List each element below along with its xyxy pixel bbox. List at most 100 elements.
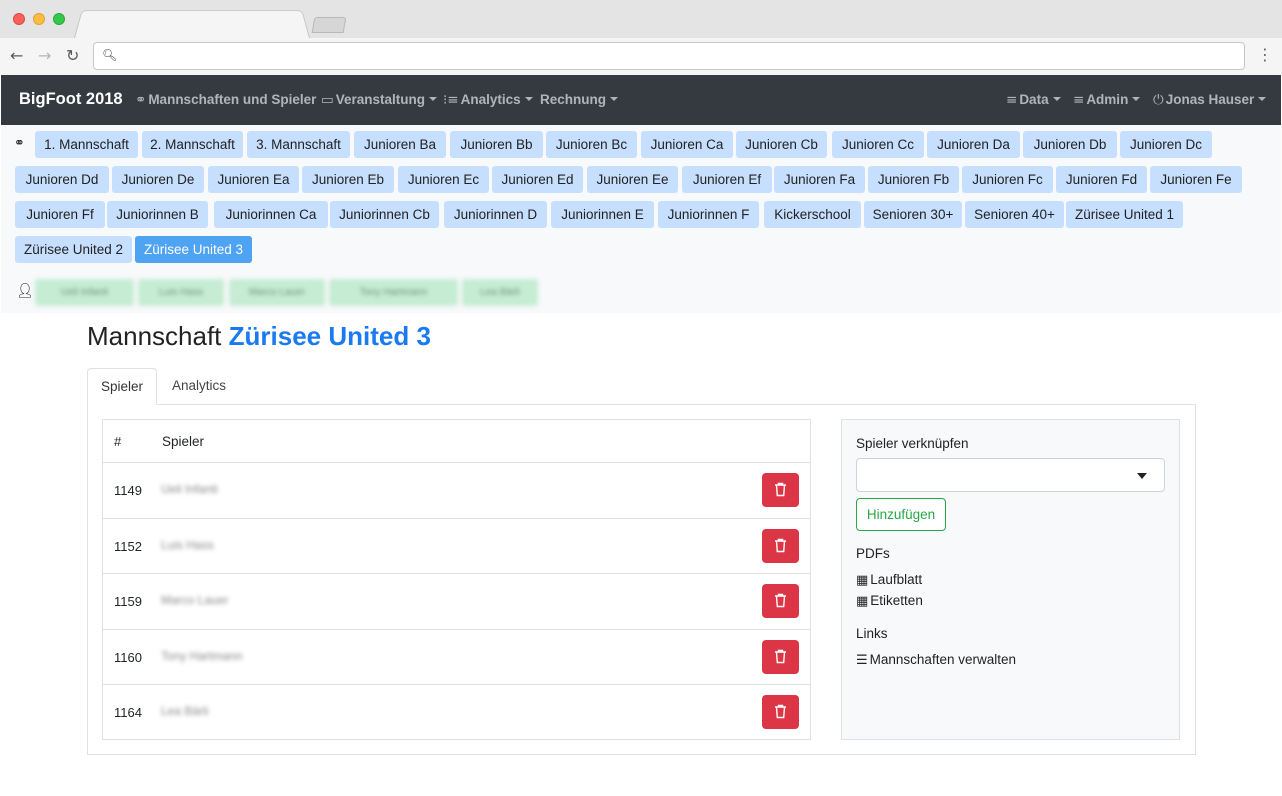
player-name[interactable]: Ueli Infanti: [161, 482, 218, 496]
player-name[interactable]: Lea Bärli: [161, 704, 208, 718]
team-pill-juniorinnen-d[interactable]: Juniorinnen D: [444, 201, 547, 228]
nav-analytics[interactable]: ⁝≡ Analytics: [443, 92, 533, 108]
maximize-window-button[interactable]: [53, 13, 65, 25]
table-header: # Spieler: [103, 420, 810, 463]
url-bar[interactable]: 🔍︎: [93, 42, 1245, 70]
player-number: 1160: [114, 649, 142, 665]
team-pill-junioren-ec[interactable]: Junioren Ec: [398, 166, 489, 193]
team-pill-z-risee-united-3[interactable]: Zürisee United 3: [135, 236, 252, 263]
team-pill-junioren-fe[interactable]: Junioren Fe: [1150, 166, 1242, 193]
team-pill-junioren-bb[interactable]: Junioren Bb: [450, 131, 543, 158]
close-window-button[interactable]: [13, 13, 25, 25]
team-pill-junioren-ff[interactable]: Junioren Ff: [15, 201, 105, 228]
team-pill-senioren-30[interactable]: Senioren 30+: [864, 201, 962, 228]
nav-veranstaltung[interactable]: ▭ Veranstaltung: [321, 92, 438, 108]
team-pill-kickerschool[interactable]: Kickerschool: [764, 201, 861, 228]
team-pill-1-mannschaft[interactable]: 1. Mannschaft: [35, 131, 138, 158]
delete-button[interactable]: [762, 695, 799, 729]
team-pill-juniorinnen-f[interactable]: Juniorinnen F: [658, 201, 759, 228]
player-name[interactable]: Tony Hartmann: [161, 649, 242, 663]
team-pill-junioren-de[interactable]: Junioren De: [112, 166, 204, 193]
forward-arrow-icon[interactable]: →: [38, 46, 51, 65]
nav-label: Jonas Hauser: [1165, 92, 1255, 107]
player-pill[interactable]: Tony Hartmann: [329, 279, 458, 306]
team-pill-junioren-ca[interactable]: Junioren Ca: [641, 131, 733, 158]
browser-toolbar: ← → ↻ 🔍︎ ⋮: [0, 38, 1282, 75]
player-pill[interactable]: Marco Lauer: [229, 279, 325, 306]
nav-admin[interactable]: ≡ Admin: [1073, 92, 1141, 108]
team-pill-junioren-ee[interactable]: Junioren Ee: [587, 166, 678, 193]
nav-label: Analytics: [460, 92, 521, 107]
team-pill-junioren-db[interactable]: Junioren Db: [1023, 131, 1117, 158]
table-icon: ▦: [856, 594, 869, 609]
team-pill-junioren-cb[interactable]: Junioren Cb: [736, 131, 827, 158]
player-pill[interactable]: Lea Bärli: [462, 279, 538, 306]
tab-analytics[interactable]: Analytics: [160, 368, 238, 405]
menu-icon: ≡: [1006, 92, 1018, 108]
player-name[interactable]: Luis Hass: [161, 538, 214, 552]
player-name[interactable]: Marco Lauer: [161, 593, 228, 607]
nav-jonas-hauser[interactable]: ⏻ Jonas Hauser: [1153, 92, 1267, 108]
tab-spieler[interactable]: Spieler: [87, 368, 157, 405]
column-header-number: #: [114, 434, 122, 449]
link-player-label: Spieler verknüpfen: [856, 436, 969, 451]
browser-menu-icon[interactable]: ⋮: [1257, 45, 1273, 64]
minimize-window-button[interactable]: [33, 13, 45, 25]
nav-rechnung[interactable]: Rechnung: [540, 92, 618, 107]
team-pill-junioren-cc[interactable]: Junioren Cc: [832, 131, 924, 158]
user-icon: 👤︎: [16, 283, 34, 299]
delete-button[interactable]: [762, 584, 799, 618]
player-pill[interactable]: Ueli Infanti: [35, 279, 134, 306]
team-pill-3-mannschaft[interactable]: 3. Mannschaft: [247, 131, 350, 158]
team-pill-juniorinnen-b[interactable]: Juniorinnen B: [107, 201, 208, 228]
pdf-link-laufblatt[interactable]: ▦ Laufblatt: [856, 572, 922, 588]
team-pill-z-risee-united-1[interactable]: Zürisee United 1: [1066, 201, 1183, 228]
nav-mannschaften-und-spieler[interactable]: ⚭ Mannschaften und Spieler: [135, 92, 316, 108]
delete-button[interactable]: [762, 473, 799, 507]
link-manage-teams[interactable]: ☰ Mannschaften verwalten: [856, 652, 1016, 668]
browser-tab[interactable]: [74, 10, 310, 38]
search-icon: 🔍︎: [102, 48, 118, 62]
links-label: Links: [856, 626, 888, 641]
chevron-down-icon: [429, 97, 438, 101]
team-pill-juniorinnen-cb[interactable]: Juniorinnen Cb: [330, 201, 439, 228]
team-pill-junioren-dc[interactable]: Junioren Dc: [1120, 131, 1212, 158]
team-pill-junioren-ea[interactable]: Junioren Ea: [208, 166, 299, 193]
brand[interactable]: BigFoot 2018: [19, 90, 123, 109]
nav-data[interactable]: ≡ Data: [1006, 92, 1061, 108]
team-pill-junioren-fb[interactable]: Junioren Fb: [868, 166, 959, 193]
player-number: 1159: [114, 594, 142, 609]
team-pill-junioren-da[interactable]: Junioren Da: [927, 131, 1020, 158]
player-pill[interactable]: Luis Hass: [138, 279, 224, 306]
team-pill-junioren-ed[interactable]: Junioren Ed: [492, 166, 583, 193]
team-pill-junioren-eb[interactable]: Junioren Eb: [302, 166, 394, 193]
team-pill-junioren-ba[interactable]: Junioren Ba: [354, 131, 446, 158]
table-row: 1164 Lea Bärli: [103, 685, 810, 741]
reload-icon[interactable]: ↻: [66, 46, 79, 65]
new-tab-button[interactable]: [311, 17, 347, 33]
pdf-link-etiketten[interactable]: ▦ Etiketten: [856, 593, 923, 609]
team-pill-junioren-dd[interactable]: Junioren Dd: [15, 166, 109, 193]
delete-button[interactable]: [762, 639, 799, 674]
chevron-down-icon: [610, 97, 618, 101]
table-row: 1160 Tony Hartmann: [103, 630, 810, 685]
team-pill-junioren-fa[interactable]: Junioren Fa: [774, 166, 865, 193]
team-pill-2-mannschaft[interactable]: 2. Mannschaft: [142, 131, 243, 158]
team-pill-senioren-40[interactable]: Senioren 40+: [965, 201, 1064, 228]
power-icon: ⏻: [1153, 92, 1164, 108]
team-pill-junioren-fc[interactable]: Junioren Fc: [962, 166, 1053, 193]
team-pill-z-risee-united-2[interactable]: Zürisee United 2: [15, 236, 132, 263]
nav-label: Veranstaltung: [335, 92, 426, 107]
delete-button[interactable]: [762, 528, 799, 563]
team-icon: ⚭: [14, 136, 25, 151]
team-pill-juniorinnen-ca[interactable]: Juniorinnen Ca: [214, 201, 328, 228]
page-title: Mannschaft Zürisee United 3: [87, 321, 431, 352]
back-arrow-icon[interactable]: ←: [10, 46, 23, 65]
team-pill-junioren-ef[interactable]: Junioren Ef: [682, 166, 772, 193]
team-pill-junioren-bc[interactable]: Junioren Bc: [546, 131, 637, 158]
link-label: Mannschaften verwalten: [869, 652, 1016, 667]
player-select[interactable]: [856, 458, 1165, 492]
add-button[interactable]: Hinzufügen: [856, 498, 946, 531]
team-pill-junioren-fd[interactable]: Junioren Fd: [1056, 166, 1147, 193]
team-pill-juniorinnen-e[interactable]: Juniorinnen E: [551, 201, 654, 228]
